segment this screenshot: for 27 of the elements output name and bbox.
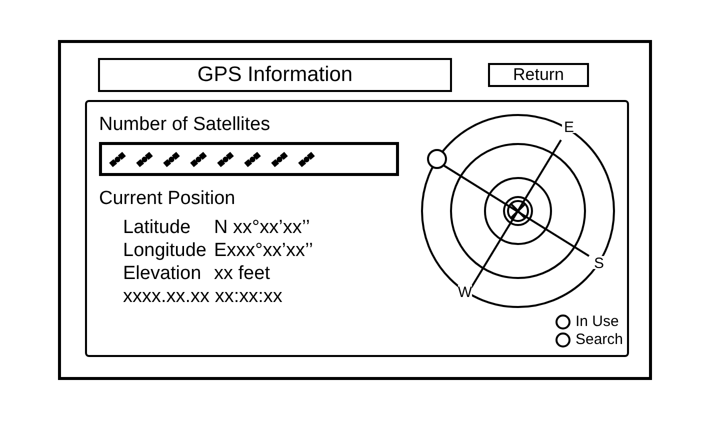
field-value: N xx°xx’xx’’	[214, 217, 310, 238]
screen-title: GPS Information	[98, 58, 452, 92]
satellite-icon	[297, 150, 316, 168]
legend-label: In Use	[575, 313, 619, 331]
satellite-icon	[189, 150, 208, 168]
satellite-icon	[216, 150, 235, 168]
satellite-icon	[135, 150, 154, 168]
timestamp: xxxx.xx.xx xx:xx:xx	[123, 285, 284, 308]
field-label: Longitude	[123, 239, 208, 262]
satellites-label: Number of Satellites	[99, 114, 272, 136]
position-heading: Current Position	[99, 188, 236, 210]
field-label: Latitude	[123, 216, 192, 239]
legend-circle-icon	[555, 332, 572, 348]
field-value: xx feet	[214, 263, 270, 284]
field-label: Elevation	[123, 262, 202, 285]
satellite-icon	[162, 150, 181, 168]
compass-label: W	[458, 284, 472, 301]
legend-label: Search	[575, 331, 623, 349]
compass-label: E	[564, 119, 574, 136]
satellite-marker-icon	[427, 149, 447, 169]
return-button[interactable]: Return	[488, 63, 589, 87]
satellite-icon	[108, 150, 127, 168]
satellite-icon	[270, 150, 289, 168]
legend-circle-icon	[555, 314, 572, 330]
field-value: Exxx°xx’xx’’	[214, 240, 314, 261]
satellite-icon	[243, 150, 262, 168]
compass-label: S	[594, 255, 604, 272]
